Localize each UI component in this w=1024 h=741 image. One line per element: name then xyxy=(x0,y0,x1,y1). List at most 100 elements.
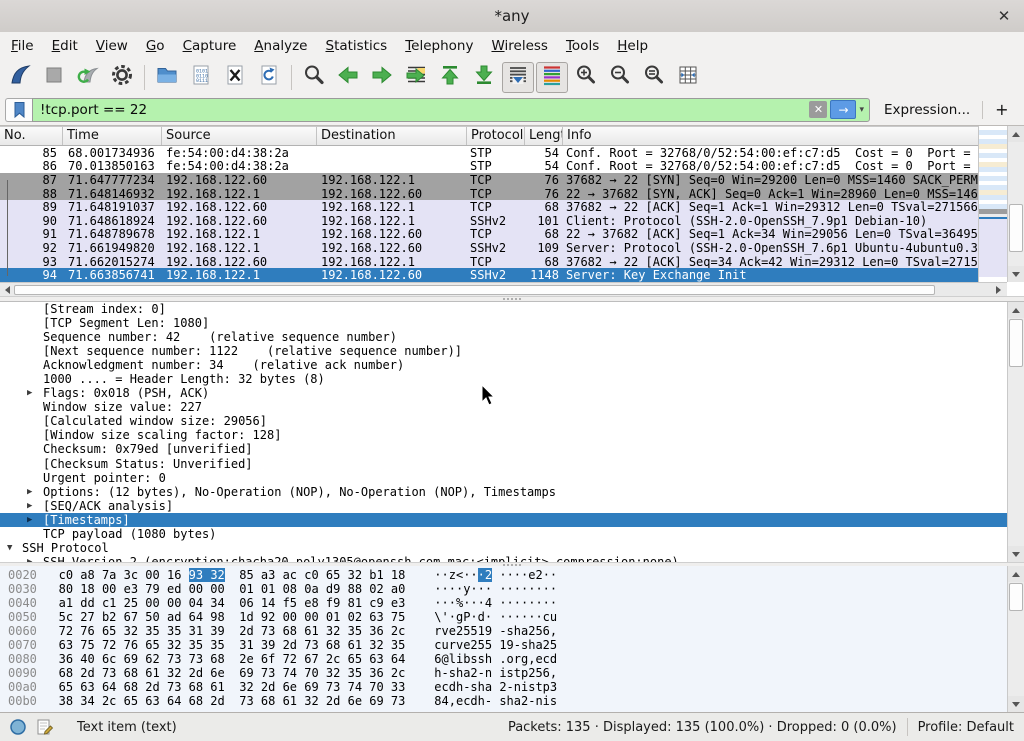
stop-capture-button[interactable] xyxy=(38,62,70,93)
scroll-down-arrow[interactable] xyxy=(1008,546,1024,562)
save-file-button[interactable]: 010101100111 xyxy=(185,62,217,93)
hscroll-thumb[interactable] xyxy=(14,285,935,295)
detail-line[interactable]: Checksum: 0x79ed [unverified] xyxy=(0,442,1007,456)
menu-file[interactable]: File xyxy=(2,34,43,58)
detail-line[interactable]: ▼SSH Protocol xyxy=(0,541,1007,555)
colorize-button[interactable] xyxy=(536,62,568,93)
column-header-protocol[interactable]: Protocol xyxy=(467,127,525,145)
detail-line[interactable]: ▶SSH Version 2 (encryption:chacha20-poly… xyxy=(0,555,1007,562)
detail-line[interactable]: TCP payload (1080 bytes) xyxy=(0,527,1007,541)
menu-wireless[interactable]: Wireless xyxy=(482,34,557,58)
scroll-up-arrow[interactable] xyxy=(1008,302,1024,318)
menu-capture[interactable]: Capture xyxy=(174,34,246,58)
hex-row[interactable]: 00b0 38 34 2c 65 63 64 68 2d 73 68 61 32… xyxy=(0,694,1007,708)
menu-help[interactable]: Help xyxy=(608,34,657,58)
hex-row[interactable]: 0050 5c 27 b2 67 50 ad 64 98 1d 92 00 00… xyxy=(0,610,1007,624)
filter-bookmark-button[interactable] xyxy=(5,98,32,122)
filter-apply-button[interactable]: → xyxy=(830,100,856,119)
details-vscrollbar[interactable] xyxy=(1007,302,1024,562)
detail-line[interactable]: Urgent pointer: 0 xyxy=(0,471,1007,485)
first-packet-button[interactable] xyxy=(434,62,466,93)
hscroll-right-arrow[interactable] xyxy=(992,284,1005,296)
detail-line[interactable]: ▶[Timestamps] xyxy=(0,513,1007,527)
packet-list-hscrollbar[interactable] xyxy=(0,282,1007,296)
hex-row[interactable]: 0060 72 76 65 32 35 35 31 39 2d 73 68 61… xyxy=(0,624,1007,638)
packet-row[interactable]: 8771.647777234192.168.122.60192.168.122.… xyxy=(0,173,978,187)
hex-row[interactable]: 0020 c0 a8 7a 3c 00 16 93 32 85 a3 ac c0… xyxy=(0,568,1007,582)
detail-line[interactable]: Window size value: 227 xyxy=(0,400,1007,414)
hex-row[interactable]: 00a0 65 63 64 68 2d 73 68 61 32 2d 6e 69… xyxy=(0,680,1007,694)
zoom-out-button[interactable] xyxy=(604,62,636,93)
menu-telephony[interactable]: Telephony xyxy=(396,34,482,58)
packet-row[interactable]: 9371.662015274192.168.122.60192.168.122.… xyxy=(0,255,978,269)
capture-options-button[interactable] xyxy=(106,62,138,93)
scroll-up-arrow[interactable] xyxy=(1008,126,1024,142)
auto-scroll-button[interactable] xyxy=(502,62,534,93)
detail-line[interactable]: ▶[SEQ/ACK analysis] xyxy=(0,499,1007,513)
hex-row[interactable]: 0090 68 2d 73 68 61 32 2d 6e 69 73 74 70… xyxy=(0,666,1007,680)
status-profile[interactable]: Profile: Default xyxy=(918,720,1014,735)
detail-line[interactable]: Sequence number: 42 (relative sequence n… xyxy=(0,330,1007,344)
last-packet-button[interactable] xyxy=(468,62,500,93)
scroll-thumb[interactable] xyxy=(1009,583,1023,611)
packet-row[interactable]: 8871.648146932192.168.122.1192.168.122.6… xyxy=(0,187,978,201)
hex-row[interactable]: 0080 36 40 6c 69 62 73 73 68 2e 6f 72 67… xyxy=(0,652,1007,666)
scroll-down-arrow[interactable] xyxy=(1008,696,1024,712)
intelligent-scrollbar-minimap[interactable] xyxy=(978,126,1007,282)
packet-row[interactable]: 9271.661949820192.168.122.1192.168.122.6… xyxy=(0,241,978,255)
reload-file-button[interactable] xyxy=(253,62,285,93)
add-filter-button[interactable]: + xyxy=(995,100,1008,119)
detail-line[interactable]: [TCP Segment Len: 1080] xyxy=(0,316,1007,330)
menu-statistics[interactable]: Statistics xyxy=(316,34,396,58)
column-header-info[interactable]: Info xyxy=(563,127,1007,145)
restart-capture-button[interactable] xyxy=(72,62,104,93)
detail-line[interactable]: [Next sequence number: 1122 (relative se… xyxy=(0,344,1007,358)
menu-analyze[interactable]: Analyze xyxy=(245,34,316,58)
packet-row[interactable]: 9471.663856741192.168.122.1192.168.122.6… xyxy=(0,268,978,282)
expander-open-icon[interactable]: ▼ xyxy=(7,543,12,553)
next-packet-button[interactable] xyxy=(366,62,398,93)
close-icon[interactable]: ✕ xyxy=(994,6,1014,26)
packet-row[interactable]: 8568.001734936fe:54:00:d4:38:2aSTP54Conf… xyxy=(0,146,978,160)
goto-packet-button[interactable] xyxy=(400,62,432,93)
capture-comment-icon[interactable] xyxy=(36,718,55,736)
packet-list-vscrollbar[interactable] xyxy=(1007,126,1024,282)
bytes-vscrollbar[interactable] xyxy=(1007,566,1024,712)
column-header-source[interactable]: Source xyxy=(162,127,317,145)
title-bar[interactable]: *any ✕ xyxy=(0,0,1024,33)
expert-info-icon[interactable] xyxy=(9,718,27,736)
detail-line[interactable]: [Window size scaling factor: 128] xyxy=(0,428,1007,442)
expression-button[interactable]: Expression... xyxy=(884,102,970,118)
menu-tools[interactable]: Tools xyxy=(557,34,608,58)
expander-closed-icon[interactable]: ▶ xyxy=(27,487,32,497)
detail-line[interactable]: 1000 .... = Header Length: 32 bytes (8) xyxy=(0,372,1007,386)
filter-history-dropdown[interactable]: ▾ xyxy=(859,105,864,115)
scroll-thumb[interactable] xyxy=(1009,204,1023,252)
packet-row[interactable]: 9171.648789678192.168.122.1192.168.122.6… xyxy=(0,228,978,242)
expander-closed-icon[interactable]: ▶ xyxy=(27,388,32,398)
expander-closed-icon[interactable]: ▶ xyxy=(27,515,32,525)
detail-line[interactable]: ▶Flags: 0x018 (PSH, ACK) xyxy=(0,386,1007,400)
previous-packet-button[interactable] xyxy=(332,62,364,93)
scroll-thumb[interactable] xyxy=(1009,319,1023,367)
detail-line[interactable]: [Checksum Status: Unverified] xyxy=(0,457,1007,471)
menu-view[interactable]: View xyxy=(87,34,137,58)
packet-row[interactable]: 9071.648618924192.168.122.60192.168.122.… xyxy=(0,214,978,228)
detail-line[interactable]: Acknowledgment number: 34 (relative ack … xyxy=(0,358,1007,372)
hscroll-left-arrow[interactable] xyxy=(1,284,14,296)
zoom-in-button[interactable] xyxy=(570,62,602,93)
column-header-length[interactable]: Length xyxy=(525,127,563,145)
open-file-button[interactable] xyxy=(151,62,183,93)
scroll-up-arrow[interactable] xyxy=(1008,566,1024,582)
scroll-down-arrow[interactable] xyxy=(1008,266,1024,282)
close-file-button[interactable] xyxy=(219,62,251,93)
menu-edit[interactable]: Edit xyxy=(43,34,87,58)
detail-line[interactable]: [Stream index: 0] xyxy=(0,302,1007,316)
detail-line[interactable]: ▶Options: (12 bytes), No-Operation (NOP)… xyxy=(0,485,1007,499)
hex-row[interactable]: 0070 63 75 72 76 65 32 35 35 31 39 2d 73… xyxy=(0,638,1007,652)
filter-clear-button[interactable]: ✕ xyxy=(809,101,827,118)
zoom-100-button[interactable] xyxy=(638,62,670,93)
hex-row[interactable]: 0030 80 18 00 e3 79 ed 00 00 01 01 08 0a… xyxy=(0,582,1007,596)
packet-row[interactable]: 8971.648191037192.168.122.60192.168.122.… xyxy=(0,200,978,214)
start-capture-button[interactable] xyxy=(4,62,36,93)
